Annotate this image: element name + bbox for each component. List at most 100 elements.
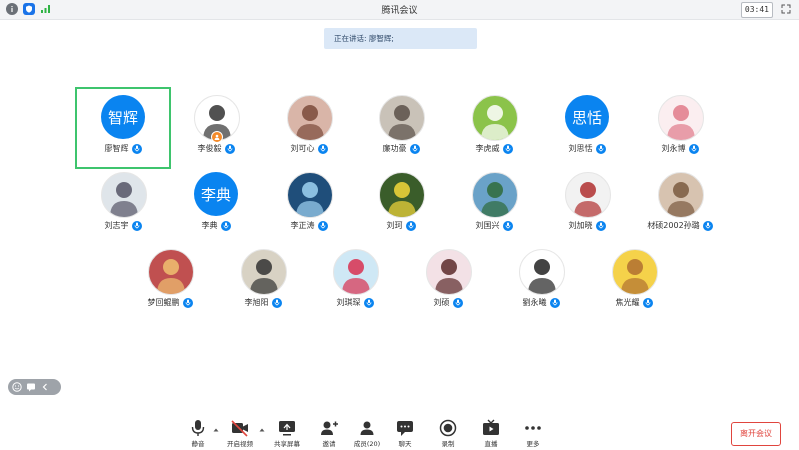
participant-name-line: 刘加晓: [541, 220, 633, 231]
microphone-icon: [224, 143, 235, 154]
avatar: [565, 172, 611, 218]
participant-name: 刘硕: [433, 298, 450, 307]
microphone-icon: [405, 220, 416, 231]
microphone-icon: [131, 143, 142, 154]
collapse-chevron-icon[interactable]: [40, 382, 50, 392]
participant-tile[interactable]: 刘加晓: [541, 166, 633, 244]
avatar: [472, 172, 518, 218]
participant-tile[interactable]: 刘国兴: [448, 166, 540, 244]
participant-tile[interactable]: 廉功豪: [355, 89, 447, 167]
avatar: 思恬: [565, 95, 609, 139]
participant-tile[interactable]: 刘硕: [402, 243, 494, 321]
avatar-photo-icon: [481, 105, 509, 140]
share-label: 共享屏幕: [274, 440, 300, 448]
microphone-icon: [317, 220, 328, 231]
mute-label: 静音: [191, 440, 205, 448]
avatar: [333, 249, 379, 295]
participant-name-line: 材硕2002孙璐: [634, 220, 726, 231]
chat-button[interactable]: 聊天: [383, 412, 427, 448]
participant-tile[interactable]: 李虎威: [448, 89, 540, 167]
fullscreen-icon[interactable]: [781, 4, 791, 14]
microphone-icon: [688, 143, 699, 154]
leave-meeting-button[interactable]: 离开会议: [731, 422, 781, 446]
avatar-photo-icon: [621, 259, 649, 294]
record-button[interactable]: 录制: [426, 412, 470, 448]
camera-off-icon: [231, 420, 248, 437]
participant-name-line: 焦光耀: [588, 297, 680, 308]
avatar: [379, 172, 425, 218]
participant-name: 材硕2002孙璐: [647, 221, 700, 230]
participant-name-line: 劉永曦: [495, 297, 587, 308]
participant-name: 劉永曦: [522, 298, 547, 307]
participant-name-line: 李典: [170, 220, 262, 231]
participant-tile[interactable]: 李旭阳: [217, 243, 309, 321]
participant-tile[interactable]: 刘琪琛: [309, 243, 401, 321]
avatar: [612, 249, 658, 295]
participant-name: 廖智辉: [104, 144, 129, 153]
participant-tile[interactable]: 李俊毅: [170, 89, 262, 167]
members-icon: [360, 421, 374, 435]
live-broadcast-icon: [483, 419, 499, 435]
avatar-photo-icon: [157, 259, 185, 294]
participant-tile[interactable]: 焦光耀: [588, 243, 680, 321]
microphone-icon: [131, 220, 142, 231]
participant-tile[interactable]: 梦回鲲鹏: [124, 243, 216, 321]
participant-name-line: 李正涛: [263, 220, 355, 231]
participant-tile[interactable]: 劉永曦: [495, 243, 587, 321]
microphone-icon: [549, 297, 560, 308]
participant-name: 李典: [201, 221, 218, 230]
participant-name: 梦回鲲鹏: [147, 298, 180, 307]
live-label: 直播: [484, 440, 498, 448]
participant-name-line: 刘可心: [263, 143, 355, 154]
avatar-photo-icon: [481, 182, 509, 217]
chat-bubble-icon[interactable]: [26, 382, 36, 392]
participant-name: 刘志宇: [104, 221, 129, 230]
participant-tile[interactable]: 刘志宇: [77, 166, 169, 244]
participant-name: 刘加晓: [568, 221, 593, 230]
participant-name-line: 刘琪琛: [309, 297, 401, 308]
participant-name: 廉功豪: [382, 144, 407, 153]
participant-name-line: 李旭阳: [217, 297, 309, 308]
avatar: [287, 95, 333, 141]
avatar-photo-icon: [388, 182, 416, 217]
share-screen-button[interactable]: 共享屏幕: [265, 412, 309, 448]
avatar-photo-icon: [110, 182, 138, 217]
participant-name-line: 李俊毅: [170, 143, 262, 154]
avatar: [379, 95, 425, 141]
avatar-photo-icon: [667, 105, 695, 140]
avatar: [519, 249, 565, 295]
add-user-icon: [321, 421, 338, 435]
participant-name: 李正涛: [290, 221, 315, 230]
participant-tile[interactable]: 李典 李典: [170, 166, 262, 244]
avatar-photo-icon: [250, 259, 278, 294]
participant-tile[interactable]: 李正涛: [263, 166, 355, 244]
participant-name-line: 梦回鲲鹏: [124, 297, 216, 308]
record-label: 录制: [441, 440, 455, 448]
chat-label: 聊天: [398, 440, 412, 448]
avatar: [426, 249, 472, 295]
participant-tile[interactable]: 刘永博: [634, 89, 726, 167]
participant-name: 李俊毅: [197, 144, 222, 153]
participant-tile[interactable]: 刘可心: [263, 89, 355, 167]
live-button[interactable]: 直播: [469, 412, 513, 448]
participant-tile[interactable]: 材硕2002孙璐: [634, 166, 726, 244]
microphone-icon: [595, 143, 606, 154]
more-label: 更多: [526, 440, 540, 448]
participant-name-line: 刘珂: [355, 220, 447, 231]
avatar-photo-icon: [342, 259, 370, 294]
participant-tile[interactable]: 智辉 廖智辉: [75, 87, 171, 169]
avatar: [472, 95, 518, 141]
meeting-timer: 03:41: [740, 2, 773, 18]
emoji-icon[interactable]: [12, 382, 22, 392]
avatar: [101, 172, 147, 218]
microphone-icon: [409, 143, 420, 154]
avatar-photo-icon: [296, 182, 324, 217]
start-video-button[interactable]: 开启视频: [218, 412, 262, 448]
participant-tile[interactable]: 刘珂: [355, 166, 447, 244]
participant-name: 焦光耀: [615, 298, 640, 307]
microphone-icon: [182, 297, 193, 308]
avatar-initials: 思恬: [571, 108, 602, 127]
participant-tile[interactable]: 思恬 刘思恬: [541, 89, 633, 167]
more-button[interactable]: 更多: [511, 412, 555, 448]
participant-name-line: 刘国兴: [448, 220, 540, 231]
